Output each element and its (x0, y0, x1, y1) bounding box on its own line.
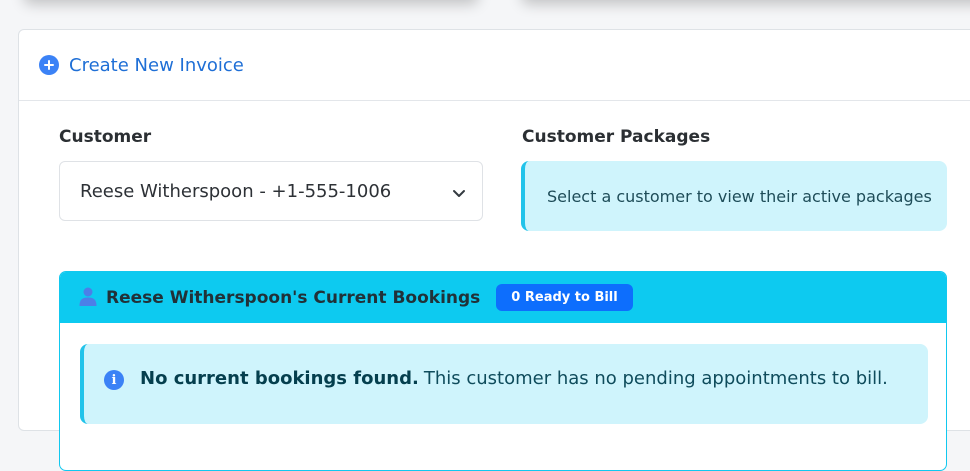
alert-text: This customer has no pending appointment… (423, 368, 888, 389)
bookings-panel: Reese Witherspoon's Current Bookings 0 R… (59, 271, 947, 471)
chevron-down-icon (452, 184, 466, 205)
packages-info: Select a customer to view their active p… (521, 161, 947, 231)
alert-strong: No current bookings found. (140, 368, 419, 389)
bookings-header: Reese Witherspoon's Current Bookings 0 R… (60, 272, 946, 323)
plus-circle-icon (39, 55, 59, 75)
info-icon: i (104, 370, 124, 390)
customer-label: Customer (59, 127, 152, 147)
packages-message: Select a customer to view their active p… (547, 186, 932, 206)
customer-select[interactable]: Reese Witherspoon - +1-555-1006 (59, 161, 483, 221)
user-icon (78, 286, 98, 310)
customer-select-value: Reese Witherspoon - +1-555-1006 (80, 180, 392, 202)
page-title: Create New Invoice (69, 54, 244, 76)
card-header: Create New Invoice (19, 30, 970, 101)
packages-label: Customer Packages (522, 127, 711, 147)
alert-text-wrap: No current bookings found. This customer … (140, 368, 888, 389)
bookings-title: Reese Witherspoon's Current Bookings (106, 287, 481, 308)
invoice-card: Create New Invoice Customer Reese Wither… (18, 29, 970, 471)
no-bookings-alert: i No current bookings found. This custome… (80, 344, 928, 424)
ready-to-bill-badge: 0 Ready to Bill (496, 284, 633, 311)
